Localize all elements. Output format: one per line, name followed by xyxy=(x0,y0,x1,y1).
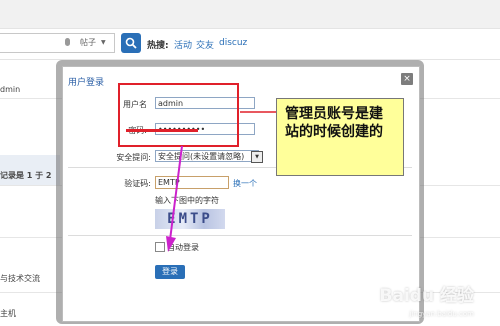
baidu-watermark: Baidu 经验 xyxy=(379,286,474,306)
captcha-image: EMTP xyxy=(155,209,225,229)
annotation-callout: 管理员账号是建站的时候创建的 xyxy=(276,98,404,176)
background-admin-text: dmin xyxy=(0,85,21,94)
search-button[interactable] xyxy=(121,33,141,53)
watermark-url: jingyan.baidu.com xyxy=(409,310,474,318)
auto-login-checkbox[interactable] xyxy=(155,242,165,252)
background-forum-row[interactable]: 与技术交流 xyxy=(0,273,40,284)
close-icon[interactable]: × xyxy=(401,73,413,85)
highlight-box xyxy=(118,83,239,147)
chevron-down-icon: ▼ xyxy=(101,39,106,46)
captcha-hint: 输入下图中的字符 xyxy=(155,196,219,205)
background-forum-row[interactable]: 主机 xyxy=(0,308,16,319)
chevron-down-icon[interactable]: ▼ xyxy=(251,151,263,163)
background-records-text: 记录是 1 于 2 xyxy=(0,171,52,180)
auto-login-label[interactable]: 自动登录 xyxy=(167,242,199,253)
hot-link-discuz[interactable]: discuz xyxy=(219,38,247,48)
captcha-field[interactable]: EMTP xyxy=(155,176,229,189)
search-input[interactable]: 帖子 ▼ xyxy=(0,33,115,53)
hot-link-friends[interactable]: 交友 xyxy=(196,38,214,51)
dialog-title: 用户登录 xyxy=(68,78,105,88)
captcha-label: 验证码: xyxy=(124,179,151,188)
hot-search-label: 热搜: xyxy=(147,41,169,51)
search-icon xyxy=(125,37,137,49)
highlight-line xyxy=(126,129,198,132)
security-question-select[interactable]: 安全提问(未设置请忽略) xyxy=(155,150,259,162)
search-type-select[interactable]: 帖子 xyxy=(80,37,96,48)
security-question-label: 安全提问: xyxy=(116,153,151,162)
hot-link-activity[interactable]: 活动 xyxy=(174,38,192,51)
refresh-captcha-link[interactable]: 换一个 xyxy=(233,178,257,189)
divider xyxy=(68,235,412,236)
login-button[interactable]: 登录 xyxy=(155,265,185,279)
microphone-icon[interactable] xyxy=(65,38,70,46)
